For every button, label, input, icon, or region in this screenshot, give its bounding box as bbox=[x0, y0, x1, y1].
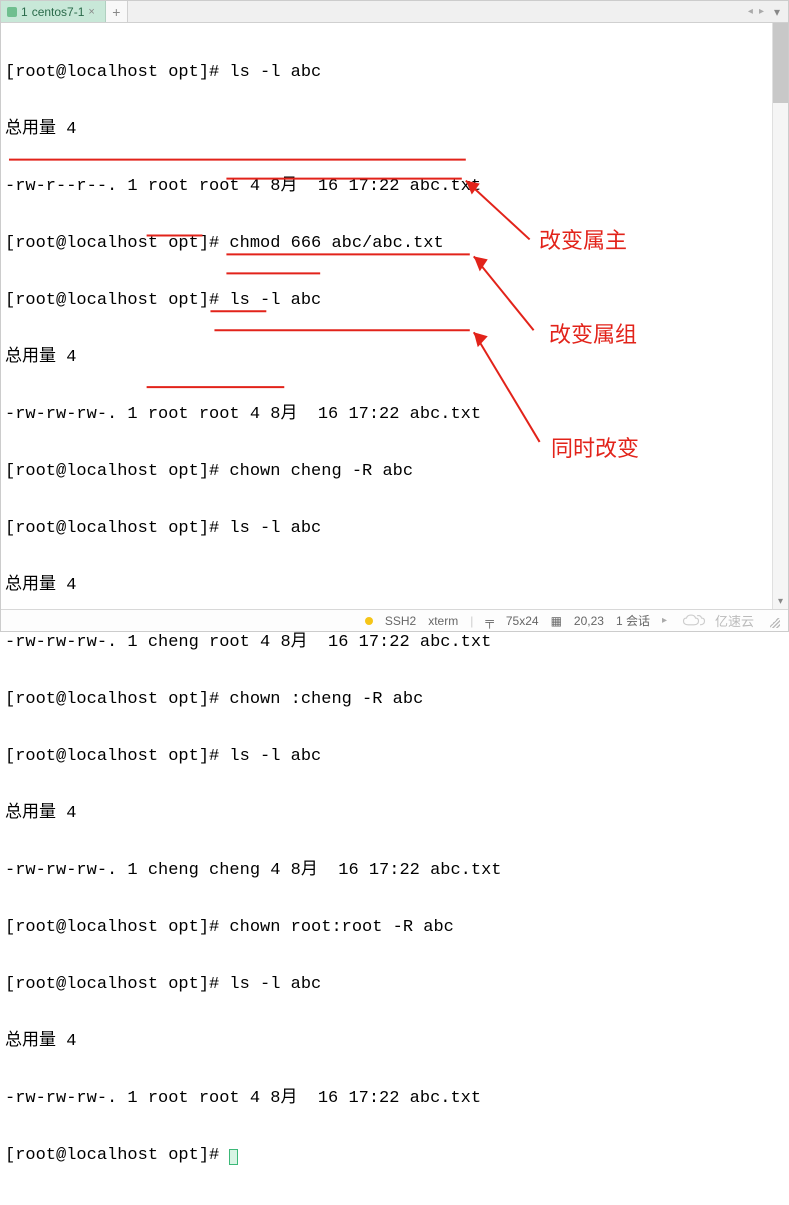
cursor-icon bbox=[229, 1149, 238, 1165]
terminal-line: -rw-rw-rw-. 1 root root 4 8月 16 17:22 ab… bbox=[5, 405, 784, 424]
terminal-line: 总用量 4 bbox=[5, 1032, 784, 1051]
tab-nav-prev-icon[interactable]: ◂ bbox=[748, 6, 753, 17]
terminal-line: -rw-rw-rw-. 1 cheng root 4 8月 16 17:22 a… bbox=[5, 633, 784, 652]
terminal-line: [root@localhost opt]# ls -l abc bbox=[5, 519, 784, 538]
terminal-line: 总用量 4 bbox=[5, 804, 784, 823]
terminal[interactable]: [root@localhost opt]# ls -l abc 总用量 4 -r… bbox=[1, 23, 788, 1205]
terminal-line: [root@localhost opt]# chown cheng -R abc bbox=[5, 462, 784, 481]
terminal-line: 总用量 4 bbox=[5, 120, 784, 139]
terminal-line: [root@localhost opt]# bbox=[5, 1146, 784, 1165]
terminal-line: [root@localhost opt]# chown :cheng -R ab… bbox=[5, 690, 784, 709]
terminal-line: [root@localhost opt]# ls -l abc bbox=[5, 63, 784, 82]
terminal-line: [root@localhost opt]# chown root:root -R… bbox=[5, 918, 784, 937]
terminal-line: 总用量 4 bbox=[5, 348, 784, 367]
terminal-line: [root@localhost opt]# ls -l abc bbox=[5, 975, 784, 994]
new-tab-button[interactable]: + bbox=[106, 1, 128, 22]
tab-index: 1 bbox=[21, 5, 28, 19]
tab-bar: 1 centos7-1 × + ◂ ▸ ▾ bbox=[1, 1, 788, 23]
tab-status-icon bbox=[7, 7, 17, 17]
close-icon[interactable]: × bbox=[88, 6, 94, 18]
tab-centos7-1[interactable]: 1 centos7-1 × bbox=[1, 1, 106, 22]
terminal-line: [root@localhost opt]# ls -l abc bbox=[5, 291, 784, 310]
tab-nav-next-icon[interactable]: ▸ bbox=[759, 6, 764, 17]
terminal-line: [root@localhost opt]# chmod 666 abc/abc.… bbox=[5, 234, 784, 253]
terminal-line: -rw-r--r--. 1 root root 4 8月 16 17:22 ab… bbox=[5, 177, 784, 196]
terminal-line: -rw-rw-rw-. 1 root root 4 8月 16 17:22 ab… bbox=[5, 1089, 784, 1108]
tab-nav: ◂ ▸ ▾ bbox=[744, 1, 788, 22]
terminal-line: 总用量 4 bbox=[5, 576, 784, 595]
terminal-line: -rw-rw-rw-. 1 cheng cheng 4 8月 16 17:22 … bbox=[5, 861, 784, 880]
terminal-line: [root@localhost opt]# ls -l abc bbox=[5, 747, 784, 766]
terminal-wrap: [root@localhost opt]# ls -l abc 总用量 4 -r… bbox=[1, 23, 788, 609]
tab-menu-icon[interactable]: ▾ bbox=[770, 5, 784, 19]
tab-title: centos7-1 bbox=[32, 5, 85, 19]
